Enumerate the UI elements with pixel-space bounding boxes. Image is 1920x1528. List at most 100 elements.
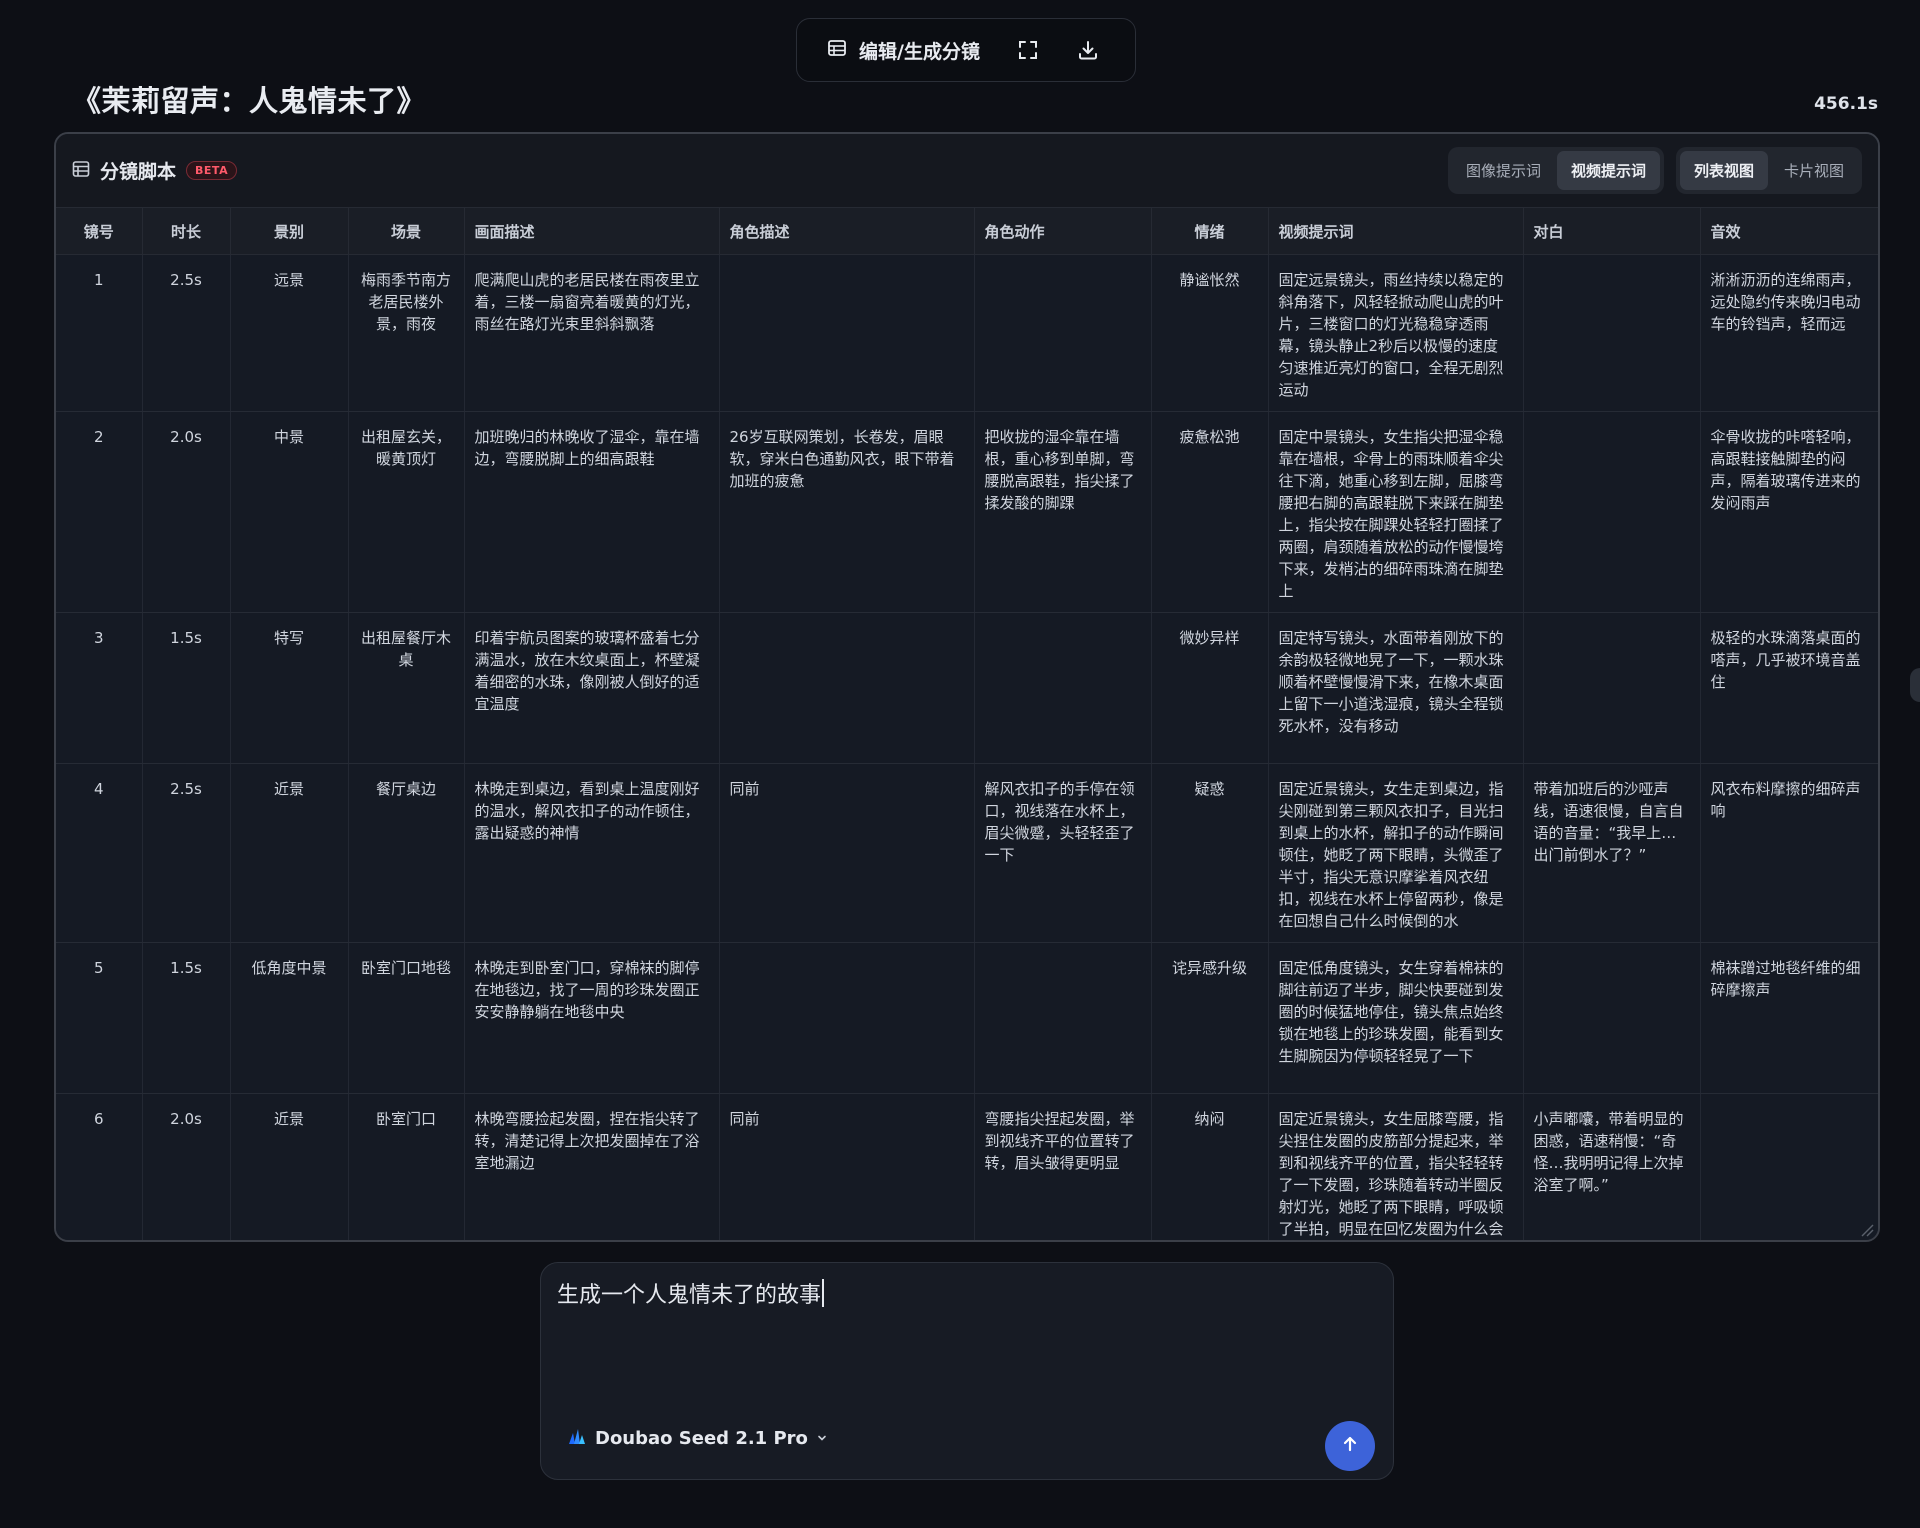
cell-dialogue: 带着加班后的沙哑声线，语速很慢，自言自语的音量：“我早上…出门前倒水了？”	[1523, 763, 1701, 943]
col-header: 对白	[1523, 208, 1701, 255]
cell-video-prompt: 固定特写镜头，水面带着刚放下的余韵极轻微地晃了一下，一颗水珠顺着杯壁慢慢滑下来，…	[1268, 612, 1524, 764]
cell-visual: 爬满爬山虎的老居民楼在雨夜里立着，三楼一扇窗亮着暖黄的灯光，雨丝在路灯光束里斜斜…	[464, 254, 720, 412]
col-header: 角色动作	[974, 208, 1152, 255]
resize-handle-icon[interactable]	[1860, 1222, 1874, 1237]
cell-action: 弯腰指尖捏起发圈，举到视线齐平的位置转了转，眉头皱得更明显	[974, 1093, 1152, 1240]
cell-sfx: 伞骨收拢的咔嗒轻响，高跟鞋接触脚垫的闷声，隔着玻璃传进来的发闷雨声	[1700, 411, 1878, 613]
table-row[interactable]: 6 2.0s 近景 卧室门口 林晚弯腰捡起发圈，捏在指尖转了转，清楚记得上次把发…	[56, 1093, 1878, 1240]
cell-sfx	[1700, 1093, 1878, 1240]
edit-storyboard-button[interactable]: 编辑/生成分镜	[827, 37, 980, 64]
cell-action: 把收拢的湿伞靠在墙根，重心移到单脚，弯腰脱高跟鞋，指尖揉了揉发酸的脚踝	[974, 411, 1152, 613]
cell-shot-size: 特写	[230, 612, 349, 764]
beta-badge: BETA	[186, 161, 238, 180]
cell-shot-size: 中景	[230, 411, 349, 613]
cell-shot-number: 3	[56, 612, 143, 764]
col-header: 情绪	[1151, 208, 1269, 255]
cell-character: 同前	[719, 1093, 975, 1240]
table-row[interactable]: 3 1.5s 特写 出租屋餐厅木桌 印着宇航员图案的玻璃杯盛着七分满温水，放在木…	[56, 612, 1878, 764]
col-header: 景别	[230, 208, 349, 255]
table-row[interactable]: 2 2.0s 中景 出租屋玄关，暖黄顶灯 加班晚归的林晚收了湿伞，靠在墙边，弯腰…	[56, 411, 1878, 613]
chevron-down-icon	[816, 1428, 828, 1449]
prompt-composer[interactable]: 生成一个人鬼情未了的故事 Doubao Seed 2.1 Pro	[540, 1262, 1394, 1480]
text-caret	[822, 1279, 825, 1307]
cell-emotion: 纳闷	[1151, 1093, 1269, 1240]
panel-title: 分镜脚本	[100, 161, 177, 183]
fullscreen-icon[interactable]	[1008, 30, 1048, 70]
cell-shot-size: 低角度中景	[230, 942, 349, 1094]
cell-shot-number: 6	[56, 1093, 143, 1240]
cell-sfx: 棉袜蹭过地毯纤维的细碎摩擦声	[1700, 942, 1878, 1094]
cell-dialogue	[1523, 612, 1701, 764]
col-header: 场景	[348, 208, 465, 255]
cell-sfx: 淅淅沥沥的连绵雨声，远处隐约传来晚归电动车的铃铛声，轻而远	[1700, 254, 1878, 412]
cell-duration: 2.5s	[142, 254, 231, 412]
model-name: Doubao Seed 2.1 Pro	[595, 1428, 808, 1449]
story-title: 《茉莉留声：人鬼情未了》	[72, 84, 427, 118]
edit-storyboard-label: 编辑/生成分镜	[859, 40, 980, 63]
cell-shot-number: 5	[56, 942, 143, 1094]
cell-character: 同前	[719, 763, 975, 943]
cell-duration: 1.5s	[142, 942, 231, 1094]
cell-visual: 林晚弯腰捡起发圈，捏在指尖转了转，清楚记得上次把发圈掉在了浴室地漏边	[464, 1093, 720, 1240]
model-selector[interactable]: Doubao Seed 2.1 Pro	[567, 1427, 828, 1450]
side-collapse-handle[interactable]	[1910, 668, 1920, 702]
cell-action	[974, 942, 1152, 1094]
cell-video-prompt: 固定中景镜头，女生指尖把湿伞稳靠在墙根，伞骨上的雨珠顺着伞尖往下滴，她重心移到左…	[1268, 411, 1524, 613]
cell-duration: 2.0s	[142, 1093, 231, 1240]
doubao-logo-icon	[567, 1427, 587, 1450]
view-toggle: 列表视图 卡片视图	[1675, 147, 1862, 194]
cell-shot-size: 近景	[230, 1093, 349, 1240]
download-icon[interactable]	[1068, 30, 1108, 70]
cell-visual: 印着宇航员图案的玻璃杯盛着七分满温水，放在木纹桌面上，杯壁凝着细密的水珠，像刚被…	[464, 612, 720, 764]
cell-character	[719, 254, 975, 412]
cell-scene: 卧室门口	[348, 1093, 465, 1240]
cell-video-prompt: 固定远景镜头，雨丝持续以稳定的斜角落下，风轻轻掀动爬山虎的叶片，三楼窗口的灯光稳…	[1268, 254, 1524, 412]
storyboard-table-wrap[interactable]: 镜号 时长 景别 场景 画面描述 角色描述 角色动作 情绪 视频提示词 对白 音…	[56, 208, 1878, 1240]
cell-character	[719, 612, 975, 764]
cell-visual: 林晚走到卧室门口，穿棉袜的脚停在地毯边，找了一周的珍珠发圈正安安静静躺在地毯中央	[464, 942, 720, 1094]
send-button[interactable]	[1325, 1421, 1375, 1471]
col-header: 角色描述	[719, 208, 975, 255]
tab-image-prompt[interactable]: 图像提示词	[1452, 151, 1555, 190]
cell-dialogue	[1523, 942, 1701, 1094]
cell-character: 26岁互联网策划，长卷发，眉眼软，穿米白色通勤风衣，眼下带着加班的疲惫	[719, 411, 975, 613]
cell-sfx: 风衣布料摩擦的细碎声响	[1700, 763, 1878, 943]
cell-emotion: 疑惑	[1151, 763, 1269, 943]
cell-shot-number: 1	[56, 254, 143, 412]
cell-visual: 林晚走到桌边，看到桌上温度刚好的温水，解风衣扣子的动作顿住，露出疑惑的神情	[464, 763, 720, 943]
cell-action: 解风衣扣子的手停在领口，视线落在水杯上，眉尖微蹙，头轻轻歪了一下	[974, 763, 1152, 943]
cell-sfx: 极轻的水珠滴落桌面的嗒声，几乎被环境音盖住	[1700, 612, 1878, 764]
tab-video-prompt[interactable]: 视频提示词	[1556, 151, 1660, 190]
cell-visual: 加班晚归的林晚收了湿伞，靠在墙边，弯腰脱脚上的细高跟鞋	[464, 411, 720, 613]
cell-action	[974, 254, 1152, 412]
top-toolbar: 编辑/生成分镜	[796, 18, 1136, 82]
cell-shot-number: 4	[56, 763, 143, 943]
cell-scene: 梅雨季节南方老居民楼外景，雨夜	[348, 254, 465, 412]
tab-list-view[interactable]: 列表视图	[1679, 151, 1768, 190]
col-header: 音效	[1700, 208, 1878, 255]
cell-emotion: 微妙异样	[1151, 612, 1269, 764]
cell-video-prompt: 固定近景镜头，女生屈膝弯腰，指尖捏住发圈的皮筋部分提起来，举到和视线齐平的位置，…	[1268, 1093, 1524, 1240]
table-row[interactable]: 1 2.5s 远景 梅雨季节南方老居民楼外景，雨夜 爬满爬山虎的老居民楼在雨夜里…	[56, 254, 1878, 412]
storyboard-panel: 分镜脚本 BETA 图像提示词 视频提示词 列表视图 卡片视图 镜号 时长 景别…	[54, 132, 1880, 1242]
col-header: 时长	[142, 208, 231, 255]
cell-video-prompt: 固定近景镜头，女生走到桌边，指尖刚碰到第三颗风衣扣子，目光扫到桌上的水杯，解扣子…	[1268, 763, 1524, 943]
cell-duration: 2.0s	[142, 411, 231, 613]
cell-emotion: 静谧怅然	[1151, 254, 1269, 412]
table-row[interactable]: 5 1.5s 低角度中景 卧室门口地毯 林晚走到卧室门口，穿棉袜的脚停在地毯边，…	[56, 942, 1878, 1094]
col-header: 镜号	[56, 208, 143, 255]
cell-dialogue: 小声嘟囔，带着明显的困惑，语速稍慢：“奇怪…我明明记得上次掉浴室了啊。”	[1523, 1093, 1701, 1240]
table-row[interactable]: 4 2.5s 近景 餐厅桌边 林晚走到桌边，看到桌上温度刚好的温水，解风衣扣子的…	[56, 763, 1878, 943]
cell-shot-size: 远景	[230, 254, 349, 412]
table-header-row: 镜号 时长 景别 场景 画面描述 角色描述 角色动作 情绪 视频提示词 对白 音…	[56, 208, 1878, 255]
tab-card-view[interactable]: 卡片视图	[1770, 151, 1858, 190]
cell-scene: 出租屋玄关，暖黄顶灯	[348, 411, 465, 613]
panel-header: 分镜脚本 BETA 图像提示词 视频提示词 列表视图 卡片视图	[56, 134, 1878, 208]
prompt-input-text: 生成一个人鬼情未了的故事	[557, 1283, 822, 1308]
cell-emotion: 诧异感升级	[1151, 942, 1269, 1094]
col-header: 画面描述	[464, 208, 720, 255]
cell-dialogue	[1523, 254, 1701, 412]
cell-character	[719, 942, 975, 1094]
arrow-up-icon	[1340, 1434, 1360, 1458]
prompt-input[interactable]: 生成一个人鬼情未了的故事	[557, 1277, 825, 1309]
